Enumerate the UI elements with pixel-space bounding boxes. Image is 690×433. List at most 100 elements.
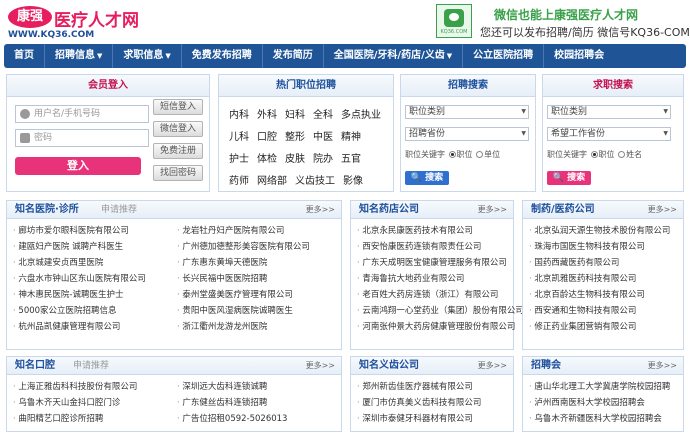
radio-position[interactable]	[590, 151, 598, 158]
hot-job-link[interactable]: 网络部	[257, 176, 287, 187]
list-item[interactable]: 国药西藏医药有限公司	[529, 255, 683, 271]
hot-job-link[interactable]: 院办	[313, 154, 333, 165]
list-item[interactable]: 建瓯妇产医院 诚聘产科医生	[13, 239, 177, 255]
nav-jobs[interactable]: 招聘信息 ▼	[44, 44, 112, 68]
more-link[interactable]: 更多>>	[648, 201, 677, 219]
list-item[interactable]: 曲阳精艺口腔诊所招聘	[13, 411, 177, 427]
forgot-password-button[interactable]: 找回密码	[153, 165, 203, 181]
resume-keyword-row: 职位关键字 职位 姓名	[547, 149, 642, 160]
hot-job-link[interactable]: 全科	[313, 110, 333, 121]
username-placeholder: 用户名/手机号码	[34, 109, 101, 119]
list-item[interactable]: 唐山华北理工大学冀唐学院校园招聘	[529, 379, 683, 395]
wechat-login-button[interactable]: 微信登入	[153, 121, 203, 137]
campus-title: 招聘会	[531, 360, 561, 371]
list-item[interactable]: 六盘水市钟山区东山医院有限公司	[13, 271, 177, 287]
list-item[interactable]: 河南张仲景大药房健康管理股份有限公司	[357, 319, 524, 335]
nav-post-job[interactable]: 免费发布招聘	[180, 44, 262, 68]
sms-login-button[interactable]: 短信登入	[153, 99, 203, 115]
list-item[interactable]: 贵阳中医风湿病医院诚聘医生	[177, 303, 341, 319]
hot-job-link[interactable]: 多点执业	[341, 110, 381, 121]
register-button[interactable]: 免费注册	[153, 143, 203, 159]
more-link[interactable]: 更多>>	[648, 357, 677, 375]
list-item[interactable]: 神木惠民医院-诚聘医生护士	[13, 287, 177, 303]
password-input[interactable]: 密码	[15, 129, 149, 147]
list-item[interactable]: 北京城建安贞西里医院	[13, 255, 177, 271]
more-link[interactable]: 更多>>	[478, 357, 507, 375]
list-item[interactable]: 泸州西南医科大学校园招聘会	[529, 395, 683, 411]
list-item[interactable]: 龙岩牡丹妇产医院有限公司	[177, 223, 341, 239]
hot-job-link[interactable]: 精神	[341, 132, 361, 143]
list-item[interactable]: 西安怡康医药连锁有限责任公司	[357, 239, 524, 255]
resume-province-select[interactable]: 希望工作省份	[547, 127, 671, 141]
list-item[interactable]: 西安通和生物科技有限公司	[529, 303, 683, 319]
username-input[interactable]: 用户名/手机号码	[15, 105, 149, 123]
list-item[interactable]: 广东天成明医宝健康管理服务有限公司	[357, 255, 524, 271]
nav-label: 免费发布招聘	[191, 50, 252, 61]
radio-position[interactable]	[448, 151, 456, 158]
job-province-select[interactable]: 招聘省份	[405, 127, 529, 141]
list-item[interactable]: 珠海市国医生物科技有限公司	[529, 239, 683, 255]
job-search-panel: 招聘搜索 职位类别 招聘省份 职位关键字 职位 单位 🔍 搜索	[400, 74, 536, 192]
list-item[interactable]: 北京凯雅医药科技有限公司	[529, 271, 683, 287]
list-item[interactable]: 浙江衢州龙游龙州医院	[177, 319, 341, 335]
list-item[interactable]: 廊坊市爱尔眼科医院有限公司	[13, 223, 177, 239]
login-button[interactable]: 登入	[15, 157, 141, 175]
nav-public-hospitals[interactable]: 公立医院招聘	[462, 44, 543, 68]
list-item[interactable]: 杭州品凯健康管理有限公司	[13, 319, 177, 335]
hot-job-link[interactable]: 儿科	[229, 132, 249, 143]
hot-job-link[interactable]: 口腔	[257, 132, 277, 143]
more-link[interactable]: 更多>>	[306, 357, 335, 375]
job-category-select[interactable]: 职位类别	[405, 105, 529, 119]
list-item[interactable]: 广州德加德整形美容医院有限公司	[177, 239, 341, 255]
list-item[interactable]: 北京永民康医药技术有限公司	[357, 223, 524, 239]
radio-company[interactable]	[476, 151, 484, 158]
hot-job-link[interactable]: 整形	[285, 132, 305, 143]
more-link[interactable]: 更多>>	[478, 201, 507, 219]
list-item[interactable]: 郑州新齿佳医疗器械有限公司	[357, 379, 513, 395]
list-item[interactable]: 泰州堂盛美医疗管理有限公司	[177, 287, 341, 303]
hot-job-link[interactable]: 内科	[229, 110, 249, 121]
list-item[interactable]: 深圳远大齿科连锁诚聘	[177, 379, 341, 395]
radio-name[interactable]	[618, 151, 626, 158]
hot-job-link[interactable]: 药师	[229, 176, 249, 187]
more-link[interactable]: 更多>>	[306, 201, 335, 219]
apply-recommend-link[interactable]: 申请推荐	[101, 201, 137, 219]
list-item[interactable]: 厦门市仿真美义齿科技有限公司	[357, 395, 513, 411]
nav-home[interactable]: 首页	[4, 44, 44, 68]
hot-job-link[interactable]: 妇科	[285, 110, 305, 121]
list-item[interactable]: 北京百龄达生物科技有限公司	[529, 287, 683, 303]
hot-job-link[interactable]: 皮肤	[285, 154, 305, 165]
hot-job-link[interactable]: 体检	[257, 154, 277, 165]
list-item[interactable]: 乌鲁木齐天山金抖口腔门诊	[13, 395, 177, 411]
nav-directory[interactable]: 全国医院/牙科/药店/义齿 ▼	[322, 44, 462, 68]
list-item[interactable]: 老百姓大药房连锁（浙江）有限公司	[357, 287, 524, 303]
hot-job-link[interactable]: 五官	[341, 154, 361, 165]
list-item[interactable]: 修正药业集团营销有限公司	[529, 319, 683, 335]
nav-campus-fair[interactable]: 校园招聘会	[543, 44, 614, 68]
hot-job-link[interactable]: 中医	[313, 132, 333, 143]
hot-job-link[interactable]: 义齿技工	[295, 176, 335, 187]
list-item[interactable]: 青海鲁抗大地药业有限公司	[357, 271, 524, 287]
list-item[interactable]: 广告位招租0592-5026013	[177, 411, 341, 427]
list-item[interactable]: 上海正雅齿科科技股份有限公司	[13, 379, 177, 395]
nav-post-resume[interactable]: 发布简历	[261, 44, 323, 68]
list-item[interactable]: 广东健丝齿科连锁招聘	[177, 395, 341, 411]
list-item[interactable]: 5000家公立医院招聘信息	[13, 303, 177, 319]
hot-job-link[interactable]: 外科	[257, 110, 277, 121]
resume-category-select[interactable]: 职位类别	[547, 105, 671, 119]
apply-recommend-link[interactable]: 申请推荐	[73, 357, 109, 375]
list-item[interactable]: 深圳市泰健牙科器材有限公司	[357, 411, 513, 427]
list-item[interactable]: 北京弘润天源生物技术股份有限公司	[529, 223, 683, 239]
list-item[interactable]: 广东惠东黄埠天德医院	[177, 255, 341, 271]
nav-resumes[interactable]: 求职信息 ▼	[112, 44, 180, 68]
hospitals-title: 知名医院·诊所	[15, 204, 79, 215]
hot-job-link[interactable]: 护士	[229, 154, 249, 165]
job-search-button[interactable]: 🔍 搜索	[405, 171, 449, 185]
list-item[interactable]: 长兴民福中医医院招聘	[177, 271, 341, 287]
resume-search-button[interactable]: 🔍 搜索	[547, 171, 591, 185]
radio-position-label: 职位	[456, 150, 473, 159]
hot-job-link[interactable]: 影像	[343, 176, 363, 187]
list-item[interactable]: 云南鸿翔一心堂药业（集团）股份有限公司	[357, 303, 524, 319]
logo-name: 医疗人才网	[54, 11, 139, 31]
list-item[interactable]: 乌鲁木齐新疆医科大学校园招聘会	[529, 411, 683, 427]
